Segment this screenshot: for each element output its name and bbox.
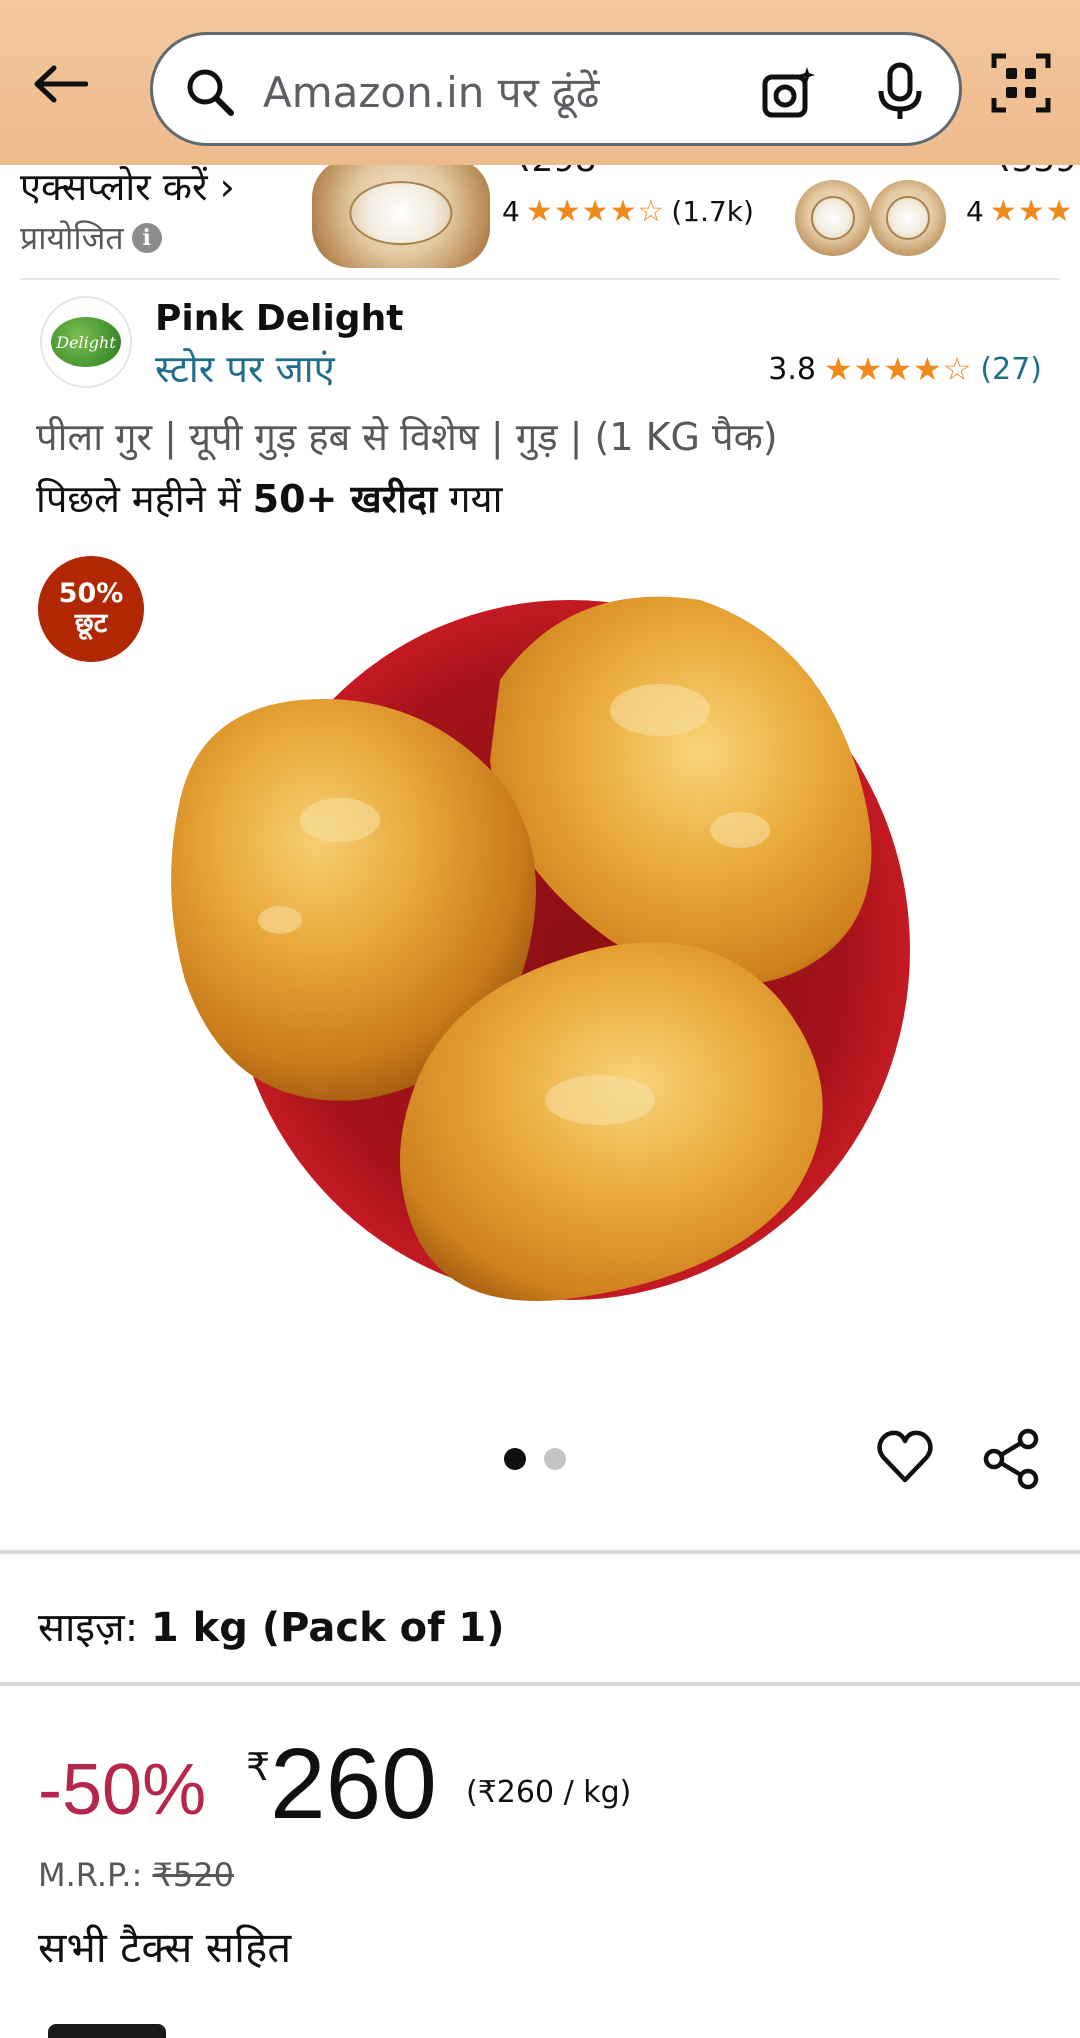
sponsored-rating: 4 ★★★★☆ (1.7k) xyxy=(502,194,754,229)
discount-percent: -50% xyxy=(38,1750,207,1830)
section-divider xyxy=(0,1682,1080,1686)
review-count-link[interactable]: (27) xyxy=(980,352,1042,387)
section-divider xyxy=(0,1550,1080,1554)
size-selector[interactable]: साइज़: 1 kg (Pack of 1) xyxy=(38,1598,505,1653)
sponsored-rating: 4 ★★★ xyxy=(966,194,1074,229)
mrp-value: ₹520 xyxy=(152,1856,234,1894)
info-icon[interactable]: i xyxy=(131,222,162,253)
brand-name: Pink Delight xyxy=(155,298,404,339)
divider xyxy=(20,278,1060,280)
carousel-dot[interactable] xyxy=(544,1448,566,1470)
qr-scanner-icon[interactable] xyxy=(990,52,1052,114)
star-rating-icon: ★★★★☆ xyxy=(823,350,973,388)
star-rating-icon: ★★★★☆ xyxy=(525,194,666,229)
sponsored-product-image[interactable] xyxy=(795,180,871,256)
back-arrow-icon xyxy=(34,65,88,103)
camera-search-icon[interactable] xyxy=(759,63,819,123)
top-header: Amazon.in पर ढूंढें xyxy=(0,0,1080,165)
star-rating-icon: ★★★ xyxy=(989,194,1074,229)
product-rating[interactable]: 3.8 ★★★★☆ (27) xyxy=(768,350,1042,388)
search-bar[interactable]: Amazon.in पर ढूंढें xyxy=(150,32,962,146)
product-image[interactable] xyxy=(140,560,940,1360)
sponsored-product-image[interactable] xyxy=(870,180,946,256)
search-icon xyxy=(187,69,234,116)
brand-logo-image: Delight xyxy=(51,317,121,367)
back-button[interactable] xyxy=(28,52,92,116)
share-icon[interactable] xyxy=(980,1428,1042,1490)
bottom-edge-bar xyxy=(48,2024,166,2038)
sponsored-label: प्रायोजित i xyxy=(20,216,162,259)
carousel-dot-active[interactable] xyxy=(504,1448,526,1470)
discount-badge: 50% छूट xyxy=(38,556,144,662)
sponsored-product-image[interactable] xyxy=(312,158,490,268)
search-placeholder[interactable]: Amazon.in पर ढूंढें xyxy=(263,63,599,120)
explore-link[interactable]: एक्सप्लोर करें › xyxy=(20,160,235,212)
unit-price: (₹260 / kg) xyxy=(466,1775,632,1810)
wishlist-heart-icon[interactable] xyxy=(876,1428,934,1486)
microphone-icon[interactable] xyxy=(875,61,925,123)
price-amount: 260 xyxy=(270,1728,437,1840)
image-carousel-indicator[interactable] xyxy=(504,1448,566,1470)
mrp-text: M.R.P.: ₹520 xyxy=(38,1856,234,1894)
size-value: 1 kg (Pack of 1) xyxy=(150,1605,505,1651)
brand-logo[interactable]: Delight xyxy=(40,296,132,388)
purchase-count-text: पिछले महीने में 50+ खरीदा गया xyxy=(36,477,503,521)
sponsored-carousel: एक्सप्लोर करें › प्रायोजित i ₹298 4 ★★★★… xyxy=(0,150,1080,278)
visit-store-link[interactable]: स्टोर पर जाएं xyxy=(155,342,335,394)
tax-note: सभी टैक्स सहित xyxy=(38,1923,292,1972)
currency-symbol: ₹ xyxy=(246,1745,271,1789)
product-title: पीला गुर | यूपी गुड़ हब से विशेष | गुड़ … xyxy=(36,415,778,459)
